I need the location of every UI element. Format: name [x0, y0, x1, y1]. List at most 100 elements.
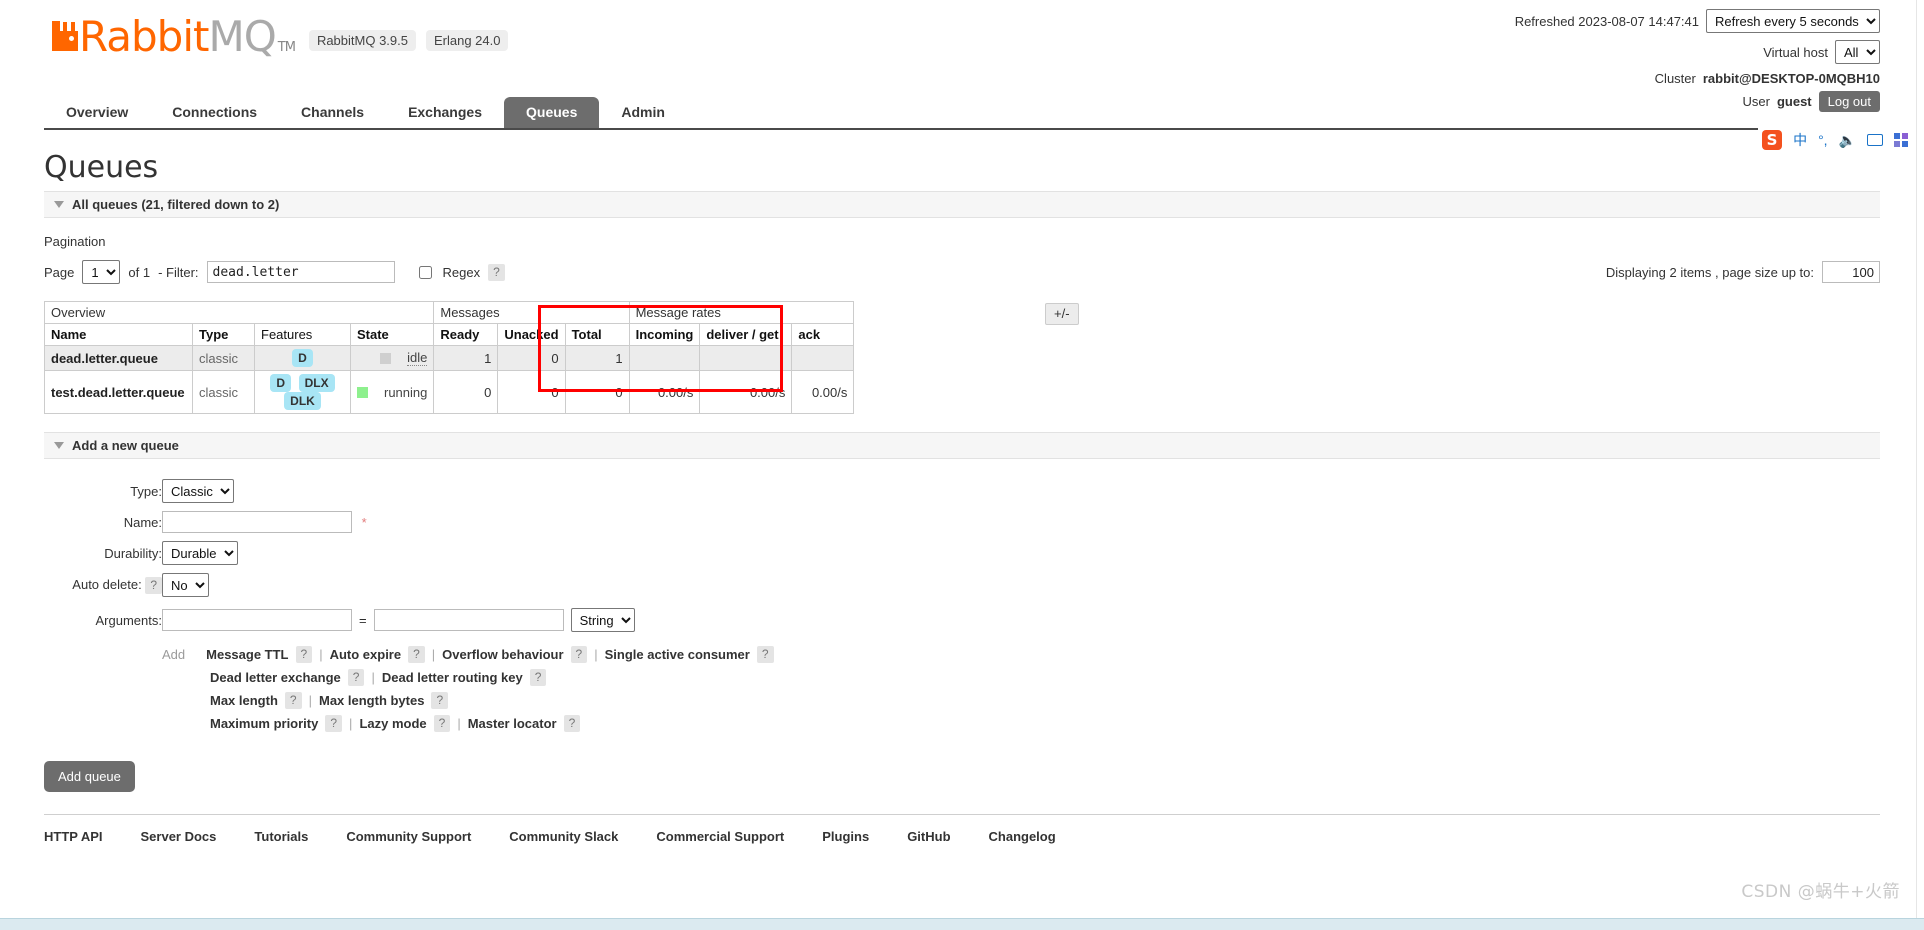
preset-master-locator[interactable]: Master locator: [468, 716, 557, 731]
label-name: Name:: [123, 514, 162, 530]
table-row[interactable]: dead.letter.queue classic D idle 1 0 1: [44, 345, 855, 371]
message-ttl-help-icon[interactable]: ?: [295, 646, 313, 663]
max-length-bytes-help-icon[interactable]: ?: [431, 692, 449, 709]
column-header-name[interactable]: Name: [44, 323, 193, 346]
single-active-consumer-help-icon[interactable]: ?: [756, 646, 774, 663]
add-argument-link[interactable]: Add: [162, 647, 185, 662]
lazy-mode-help-icon[interactable]: ?: [433, 715, 451, 732]
max-length-help-icon[interactable]: ?: [284, 692, 302, 709]
logo-trademark: TM: [277, 40, 296, 55]
footer-link-community-support[interactable]: Community Support: [346, 829, 471, 844]
column-header-ack[interactable]: ack: [791, 323, 855, 346]
footer-link-server-docs[interactable]: Server Docs: [141, 829, 217, 844]
nav-tab-connections[interactable]: Connections: [150, 97, 279, 128]
preset-message-ttl[interactable]: Message TTL: [206, 647, 288, 662]
dead-letter-exchange-help-icon[interactable]: ?: [347, 669, 365, 686]
argument-value-input[interactable]: [373, 609, 564, 631]
footer-link-github[interactable]: GitHub: [907, 829, 950, 844]
form-row-arguments: Arguments: = String: [44, 601, 774, 639]
cluster-row: Cluster rabbit@DESKTOP-0MQBH10: [1515, 71, 1880, 86]
footer-link-commercial-support[interactable]: Commercial Support: [656, 829, 784, 844]
form-row-argument-presets: Add Message TTL ? | Auto expire ? | Over…: [44, 639, 774, 739]
argument-preset-list: Add Message TTL ? | Auto expire ? | Over…: [162, 639, 774, 739]
preset-max-length[interactable]: Max length: [210, 693, 278, 708]
collapse-triangle-icon[interactable]: [54, 201, 64, 208]
preset-dead-letter-exchange[interactable]: Dead letter exchange: [210, 670, 341, 685]
cell-queue-name[interactable]: dead.letter.queue: [44, 345, 193, 371]
ime-keyboard-icon[interactable]: [1867, 134, 1883, 146]
add-queue-section-bar[interactable]: Add a new queue: [44, 432, 1880, 459]
all-queues-section-bar[interactable]: All queues (21, filtered down to 2): [44, 191, 1880, 218]
preset-lazy-mode[interactable]: Lazy mode: [359, 716, 426, 731]
footer-link-community-slack[interactable]: Community Slack: [509, 829, 618, 844]
label-auto-delete: Auto delete: ?: [44, 569, 162, 601]
argument-key-input[interactable]: [162, 609, 352, 631]
feature-badge-durable[interactable]: D: [270, 374, 292, 392]
queue-type-select[interactable]: Classic: [162, 479, 234, 503]
auto-delete-select[interactable]: No: [162, 573, 209, 597]
page-number-select[interactable]: 1: [82, 260, 121, 284]
column-header-unacked[interactable]: Unacked: [497, 323, 566, 346]
nav-tab-queues[interactable]: Queues: [504, 97, 600, 128]
column-header-type[interactable]: Type: [192, 323, 255, 346]
ime-punctuation-icon[interactable]: °,: [1818, 133, 1828, 147]
refreshed-timestamp: Refreshed 2023-08-07 14:47:41: [1514, 13, 1699, 29]
pagination-controls: Page 1 of 1 - Filter: Regex ? Displaying…: [44, 257, 1880, 287]
footer-link-tutorials[interactable]: Tutorials: [254, 829, 308, 844]
nav-tab-exchanges[interactable]: Exchanges: [386, 97, 504, 128]
preset-single-active-consumer[interactable]: Single active consumer: [605, 647, 750, 662]
page-size-input[interactable]: [1822, 261, 1880, 283]
maximum-priority-help-icon[interactable]: ?: [325, 715, 343, 732]
nav-tab-channels[interactable]: Channels: [279, 97, 386, 128]
column-header-features[interactable]: Features: [254, 323, 351, 346]
footer-link-changelog[interactable]: Changelog: [989, 829, 1056, 844]
collapse-triangle-icon[interactable]: [54, 442, 64, 449]
nav-tab-admin[interactable]: Admin: [599, 97, 687, 128]
add-queue-submit-button[interactable]: Add queue: [44, 761, 135, 792]
refresh-interval-select[interactable]: Refresh every 5 seconds: [1706, 9, 1880, 33]
column-header-state[interactable]: State: [349, 323, 435, 346]
column-header-ready[interactable]: Ready: [433, 323, 499, 346]
ime-chinese-mode-icon[interactable]: 中: [1793, 133, 1807, 147]
preset-dead-letter-routing-key[interactable]: Dead letter routing key: [382, 670, 523, 685]
table-row[interactable]: test.dead.letter.queue classic D DLX DLK…: [44, 370, 855, 414]
cell-queue-name[interactable]: test.dead.letter.queue: [44, 370, 193, 414]
vhost-select[interactable]: All: [1835, 40, 1880, 64]
nav-tab-overview[interactable]: Overview: [44, 97, 150, 128]
sogou-logo-icon[interactable]: S: [1762, 130, 1783, 150]
footer-link-http-api[interactable]: HTTP API: [44, 829, 103, 844]
cell-queue-state: running: [349, 370, 435, 414]
ime-microphone-icon[interactable]: 🔈: [1839, 133, 1856, 147]
regex-checkbox[interactable]: [418, 265, 432, 279]
argument-preset-row-1: Add Message TTL ? | Auto expire ? | Over…: [162, 643, 774, 666]
filter-input[interactable]: [206, 261, 395, 283]
regex-help-icon[interactable]: ?: [488, 263, 505, 281]
auto-expire-help-icon[interactable]: ?: [408, 646, 425, 663]
rabbitmq-logo[interactable]: Rabbit MQ TM: [52, 16, 296, 69]
feature-badge-dlx[interactable]: DLX: [298, 374, 335, 392]
durability-select[interactable]: Durable: [162, 541, 238, 565]
column-header-incoming[interactable]: Incoming: [628, 323, 701, 346]
state-indicator-icon: [357, 386, 368, 398]
argument-type-select[interactable]: String: [570, 608, 635, 632]
footer-link-plugins[interactable]: Plugins: [822, 829, 869, 844]
dead-letter-routing-key-help-icon[interactable]: ?: [529, 669, 547, 686]
feature-badge-durable[interactable]: D: [292, 349, 313, 367]
toggle-columns-button[interactable]: +/-: [1045, 303, 1079, 325]
column-header-total[interactable]: Total: [564, 323, 630, 346]
version-badges: RabbitMQ 3.9.5 Erlang 24.0: [308, 30, 509, 55]
queue-name-input[interactable]: [162, 511, 352, 533]
overflow-behaviour-help-icon[interactable]: ?: [570, 646, 588, 663]
preset-maximum-priority[interactable]: Maximum priority: [210, 716, 318, 731]
preset-max-length-bytes[interactable]: Max length bytes: [319, 693, 424, 708]
column-header-deliver-get[interactable]: deliver / get: [699, 323, 793, 346]
label-durability: Durability:: [104, 545, 162, 561]
auto-delete-help-icon[interactable]: ?: [145, 576, 162, 594]
label-arguments: Arguments:: [95, 612, 162, 628]
master-locator-help-icon[interactable]: ?: [563, 715, 581, 732]
form-row-durability: Durability: Durable: [44, 537, 774, 569]
ime-toolbox-icon[interactable]: [1894, 133, 1908, 147]
preset-overflow-behaviour[interactable]: Overflow behaviour: [442, 647, 563, 662]
feature-badge-dlk[interactable]: DLK: [284, 392, 321, 410]
preset-auto-expire[interactable]: Auto expire: [330, 647, 402, 662]
